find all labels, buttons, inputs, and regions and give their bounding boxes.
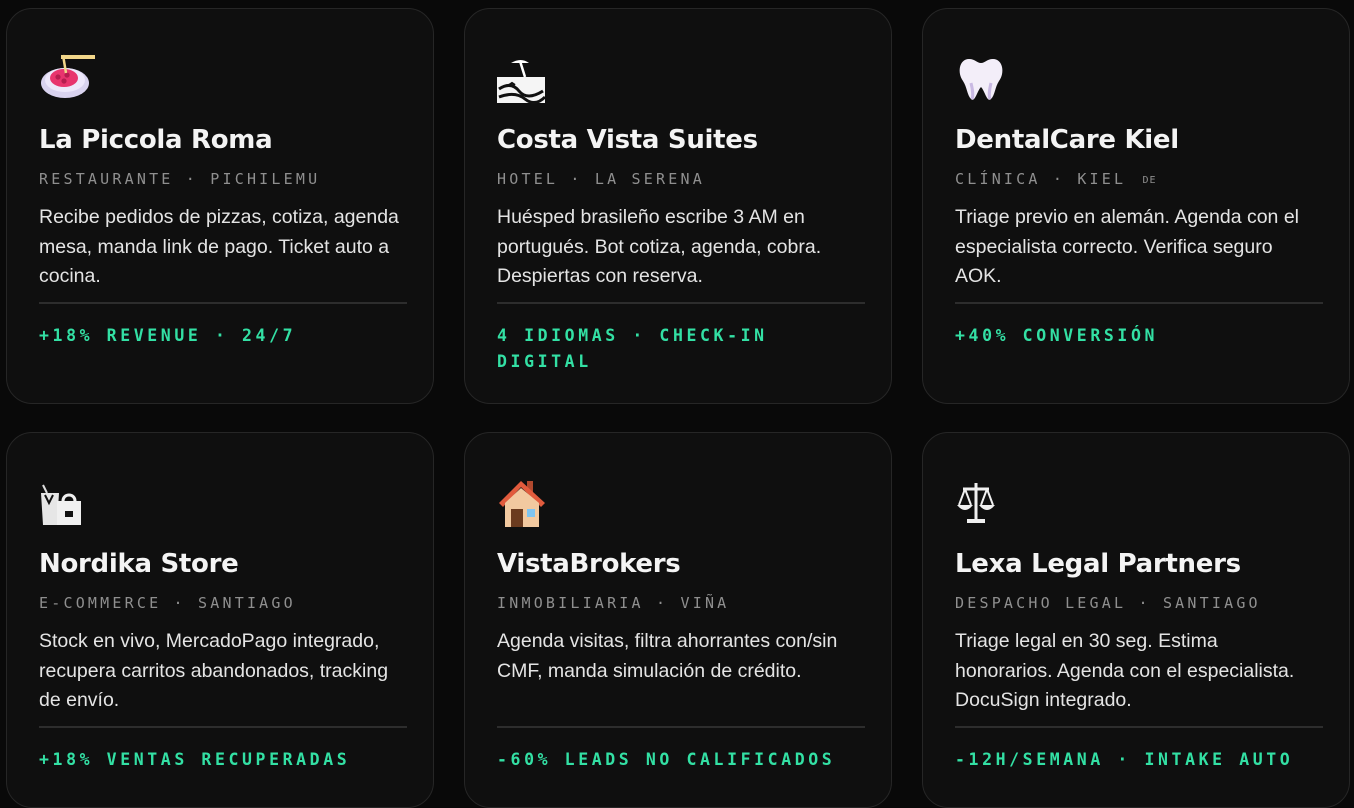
case-card-dentalcare-kiel: DentalCare Kiel CLÍNICA · KIEL DE Triage… <box>922 8 1350 404</box>
business-description: Triage legal en 30 seg. Estima honorario… <box>955 630 1295 711</box>
case-studies-grid: La Piccola Roma RESTAURANTE · PICHILEMU … <box>0 0 1354 808</box>
country-tag: DE <box>1142 175 1157 186</box>
card-divider <box>497 302 865 304</box>
business-meta: DESPACHO LEGAL · SANTIAGO <box>955 594 1261 612</box>
meta-separator: · <box>1052 170 1066 188</box>
shopping-bags-icon <box>39 475 95 531</box>
business-meta: HOTEL · LA SERENA <box>497 170 705 188</box>
business-name: DentalCare Kiel <box>955 125 1179 155</box>
house-icon <box>497 475 553 531</box>
business-meta: INMOBILIARIA · VIÑA <box>497 594 729 612</box>
business-description: Agenda visitas, filtra ahorrantes con/si… <box>497 630 838 682</box>
business-category: INMOBILIARIA <box>497 594 644 612</box>
business-category: DESPACHO LEGAL <box>955 594 1127 612</box>
business-meta: E-COMMERCE · SANTIAGO <box>39 594 296 612</box>
case-card-costa-vista-suites: Costa Vista Suites HOTEL · LA SERENA Hué… <box>464 8 892 404</box>
business-location: PICHILEMU <box>210 170 321 188</box>
card-divider <box>955 302 1323 304</box>
tooth-icon <box>955 51 1011 107</box>
result-metric: +40% CONVERSIÓN <box>955 326 1159 345</box>
case-card-vistabrokers: VistaBrokers INMOBILIARIA · VIÑA Agenda … <box>464 432 892 808</box>
result-metric: -12H/SEMANA · INTAKE AUTO <box>955 750 1294 769</box>
business-location: SANTIAGO <box>1162 594 1261 612</box>
business-category: RESTAURANTE <box>39 170 174 188</box>
business-description: Recibe pedidos de pizzas, cotiza, agenda… <box>39 206 399 287</box>
spaghetti-icon <box>39 51 95 107</box>
meta-separator: · <box>1138 594 1151 612</box>
result-metric: 4 IDIOMAS · CHECK-IN DIGITAL <box>497 326 768 371</box>
result-metric: +18% REVENUE · 24/7 <box>39 326 297 345</box>
card-divider <box>955 726 1323 728</box>
case-card-la-piccola-roma: La Piccola Roma RESTAURANTE · PICHILEMU … <box>6 8 434 404</box>
business-category: HOTEL <box>497 170 559 188</box>
meta-separator: · <box>656 594 669 612</box>
business-location: VIÑA <box>680 594 730 612</box>
beach-umbrella-icon <box>497 51 553 107</box>
balance-scale-icon <box>955 475 1011 531</box>
business-name: Lexa Legal Partners <box>955 549 1241 579</box>
result-metric: -60% LEADS NO CALIFICADOS <box>497 750 836 769</box>
meta-separator: · <box>173 594 186 612</box>
case-card-nordika-store: Nordika Store E-COMMERCE · SANTIAGO Stoc… <box>6 432 434 808</box>
business-name: Nordika Store <box>39 549 239 579</box>
business-name: La Piccola Roma <box>39 125 273 155</box>
business-location: KIEL <box>1077 170 1127 188</box>
business-category: CLÍNICA <box>955 170 1041 188</box>
card-divider <box>39 302 407 304</box>
card-divider <box>497 726 865 728</box>
business-name: VistaBrokers <box>497 549 681 579</box>
business-meta: CLÍNICA · KIEL DE <box>955 170 1157 188</box>
business-description: Triage previo en alemán. Agenda con el e… <box>955 206 1300 287</box>
result-metric: +18% VENTAS RECUPERADAS <box>39 750 351 769</box>
meta-separator: · <box>570 170 583 188</box>
business-category: E-COMMERCE <box>39 594 162 612</box>
meta-separator: · <box>185 170 199 188</box>
case-card-lexa-legal-partners: Lexa Legal Partners DESPACHO LEGAL · SAN… <box>922 432 1350 808</box>
card-divider <box>39 726 407 728</box>
business-description: Huésped brasileño escribe 3 AM en portug… <box>497 206 822 287</box>
business-description: Stock en vivo, MercadoPago integrado, re… <box>39 630 389 711</box>
business-meta: RESTAURANTE · PICHILEMU <box>39 170 320 188</box>
business-name: Costa Vista Suites <box>497 125 758 155</box>
business-location: SANTIAGO <box>198 594 296 612</box>
business-location: LA SERENA <box>594 170 705 188</box>
